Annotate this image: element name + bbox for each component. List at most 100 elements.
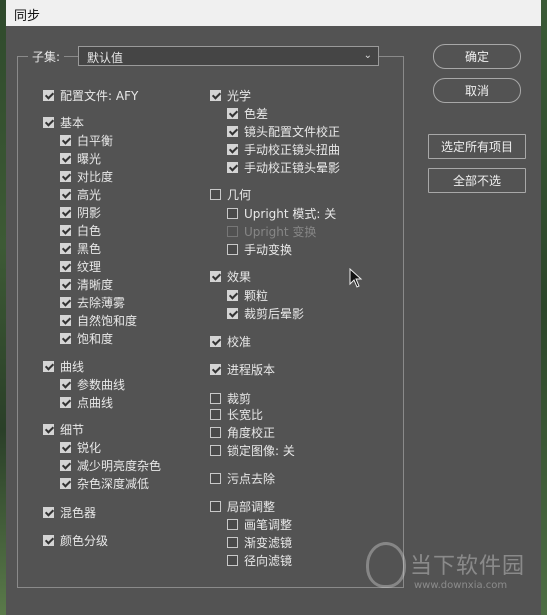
- checkbox-calibration[interactable]: 校准: [210, 333, 251, 349]
- checkbox-label: 细节: [60, 422, 85, 437]
- checkbox-color-grading[interactable]: 颜色分级: [43, 532, 108, 548]
- checkbox-unchecked-icon: [210, 392, 221, 404]
- checkbox-radial-filter[interactable]: 径向滤镜: [227, 552, 292, 568]
- checkbox-label: 手动校正镜头晕影: [244, 160, 341, 175]
- checkbox-checked-icon: [60, 242, 71, 254]
- checkbox-label: 几何: [227, 187, 252, 202]
- checkbox-label: 饱和度: [77, 331, 114, 346]
- checkbox-unchecked-icon: [227, 518, 238, 530]
- checkbox-checked-icon: [43, 360, 54, 372]
- checkbox-detail[interactable]: 细节: [43, 421, 84, 437]
- checkbox-effects[interactable]: 效果: [210, 268, 251, 284]
- checkbox-contrast[interactable]: 对比度: [60, 168, 113, 184]
- checkbox-dehaze[interactable]: 去除薄雾: [60, 294, 125, 310]
- checkbox-vibrance[interactable]: 自然饱和度: [60, 312, 137, 328]
- checkbox-graduated-filter[interactable]: 渐变滤镜: [227, 534, 292, 550]
- checkbox-unchecked-icon: [210, 472, 221, 484]
- checkbox-constrain-crop[interactable]: 锁定图像: 关: [210, 442, 295, 458]
- select-all-button[interactable]: 选定所有项目: [428, 134, 526, 159]
- checkbox-grain[interactable]: 颗粒: [227, 287, 268, 303]
- checkbox-geometry[interactable]: 几何: [210, 186, 251, 202]
- checkbox-local-adjustments[interactable]: 局部调整: [210, 498, 275, 514]
- checkbox-label: 阴影: [77, 205, 102, 220]
- checkbox-unchecked-icon: [227, 536, 238, 548]
- checkbox-crop[interactable]: 裁剪: [210, 390, 251, 406]
- checkbox-upright-mode[interactable]: Upright 模式: 关: [227, 205, 336, 221]
- checkbox-manual-distortion[interactable]: 手动校正镜头扭曲: [227, 141, 340, 157]
- checkbox-checked-icon: [60, 441, 71, 453]
- checkbox-checked-icon: [43, 89, 54, 101]
- checkbox-lens-profile[interactable]: 镜头配置文件校正: [227, 123, 340, 139]
- ok-button[interactable]: 确定: [433, 44, 521, 69]
- checkbox-chromatic-aberration[interactable]: 色差: [227, 105, 268, 121]
- checkbox-label: 黑色: [77, 241, 102, 256]
- watermark-brand: 当下软件园: [410, 554, 526, 579]
- checkbox-point-curve[interactable]: 点曲线: [60, 394, 113, 410]
- checkbox-checked-icon: [210, 89, 221, 101]
- checkbox-label: 白色: [77, 223, 102, 238]
- subset-dropdown[interactable]: 默认值 ⌄: [78, 46, 379, 66]
- checkbox-label: 污点去除: [227, 471, 276, 486]
- checkbox-label: 高光: [77, 187, 102, 202]
- checkbox-process-version[interactable]: 进程版本: [210, 361, 275, 377]
- checkbox-clarity[interactable]: 清晰度: [60, 276, 113, 292]
- watermark-url: www.downxia.com: [414, 580, 508, 591]
- checkbox-unchecked-icon: [227, 554, 238, 566]
- checkbox-checked-icon: [60, 332, 71, 344]
- checkbox-label: 光学: [227, 88, 252, 103]
- checkbox-basic[interactable]: 基本: [43, 114, 84, 130]
- checkbox-unchecked-icon: [210, 500, 221, 512]
- checkbox-whites[interactable]: 白色: [60, 222, 101, 238]
- checkbox-spot-removal[interactable]: 污点去除: [210, 470, 275, 486]
- checkbox-checked-icon: [60, 170, 71, 182]
- checkbox-straighten[interactable]: 角度校正: [210, 424, 275, 440]
- select-none-button[interactable]: 全部不选: [428, 168, 526, 193]
- checkbox-tone-curve[interactable]: 曲线: [43, 358, 84, 374]
- checkbox-checked-icon: [227, 289, 238, 301]
- checkbox-shadows[interactable]: 阴影: [60, 204, 101, 220]
- checkbox-label: 校准: [227, 334, 252, 349]
- checkbox-luminance-nr[interactable]: 减少明亮度杂色: [60, 457, 161, 473]
- checkbox-saturation[interactable]: 饱和度: [60, 330, 113, 346]
- checkbox-checked-icon: [210, 335, 221, 347]
- checkbox-parametric-curve[interactable]: 参数曲线: [60, 376, 125, 392]
- checkbox-label: 纹理: [77, 259, 102, 274]
- checkbox-profile[interactable]: 配置文件: AFY: [43, 87, 138, 103]
- checkbox-manual-vignette[interactable]: 手动校正镜头晕影: [227, 159, 340, 175]
- checkbox-blacks[interactable]: 黑色: [60, 240, 101, 256]
- checkbox-brush[interactable]: 画笔调整: [227, 516, 292, 532]
- checkbox-checked-icon: [43, 116, 54, 128]
- checkbox-label: 曝光: [77, 151, 102, 166]
- checkbox-sharpening[interactable]: 锐化: [60, 439, 101, 455]
- checkbox-upright-transform: Upright 变换: [227, 223, 316, 239]
- checkbox-checked-icon: [60, 396, 71, 408]
- checkbox-label: 手动变换: [244, 242, 293, 257]
- checkbox-label: 对比度: [77, 169, 114, 184]
- checkbox-aspect-ratio[interactable]: 长宽比: [210, 406, 263, 422]
- checkbox-label: 颗粒: [244, 288, 269, 303]
- checkbox-exposure[interactable]: 曝光: [60, 150, 101, 166]
- checkbox-checked-icon: [60, 378, 71, 390]
- subset-selected-value: 默认值: [87, 51, 124, 65]
- checkbox-label: 渐变滤镜: [244, 535, 293, 550]
- checkbox-checked-icon: [60, 188, 71, 200]
- checkbox-post-crop-vignette[interactable]: 裁剪后晕影: [227, 305, 304, 321]
- checkbox-color-nr[interactable]: 杂色深度减低: [60, 475, 149, 491]
- checkbox-unchecked-icon: [210, 188, 221, 200]
- checkbox-label: 点曲线: [77, 395, 114, 410]
- checkbox-label: 混色器: [60, 505, 97, 520]
- checkbox-highlights[interactable]: 高光: [60, 186, 101, 202]
- checkbox-manual-transform[interactable]: 手动变换: [227, 241, 292, 257]
- mouse-cursor-icon: [349, 268, 363, 288]
- cancel-button[interactable]: 取消: [433, 78, 521, 103]
- checkbox-texture[interactable]: 纹理: [60, 258, 101, 274]
- checkbox-checked-icon: [227, 143, 238, 155]
- checkbox-checked-icon: [60, 278, 71, 290]
- checkbox-white-balance[interactable]: 白平衡: [60, 132, 113, 148]
- checkbox-unchecked-icon: [210, 444, 221, 456]
- checkbox-color-mixer[interactable]: 混色器: [43, 504, 96, 520]
- checkbox-optics[interactable]: 光学: [210, 87, 251, 103]
- checkbox-unchecked-icon: [227, 243, 238, 255]
- checkbox-checked-icon: [60, 459, 71, 471]
- checkbox-checked-icon: [43, 423, 54, 435]
